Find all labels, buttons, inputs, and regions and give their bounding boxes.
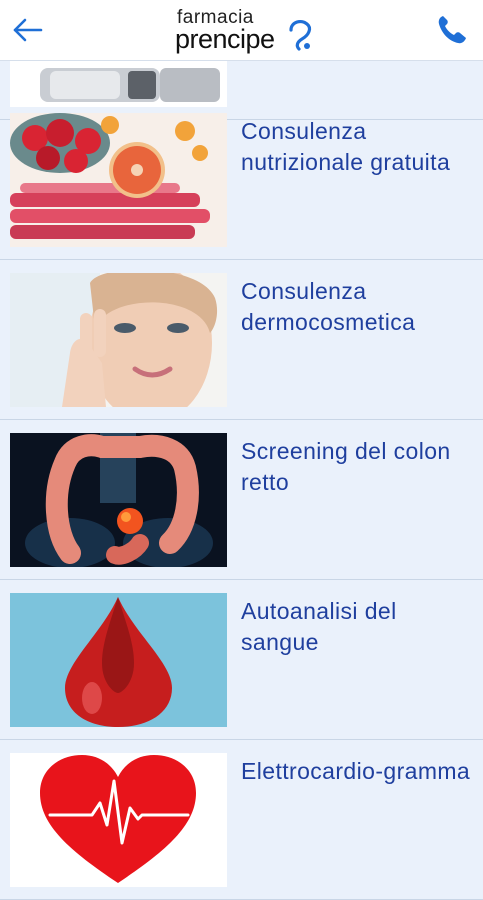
phone-icon — [438, 16, 466, 44]
heart-ecg-image — [10, 753, 227, 887]
back-button[interactable] — [8, 12, 46, 48]
list-item[interactable]: Autoanalisi del sangue — [0, 580, 483, 740]
list-item[interactable]: Screening del colon retto — [0, 420, 483, 580]
logo-mark-icon — [289, 19, 312, 51]
blood-drop-image — [10, 593, 227, 727]
logo-bottom-text: prencipe — [175, 24, 275, 54]
colon-xray-image — [10, 433, 227, 567]
list-item[interactable]: Elettrocardio-gramma — [0, 740, 483, 900]
service-title: Autoanalisi del sangue — [241, 598, 397, 655]
service-title: Elettrocardio-gramma — [241, 758, 471, 784]
face-skin-image — [10, 273, 227, 407]
service-title: Screening del colon retto — [241, 438, 451, 495]
app-header: farmacia prencipe — [0, 0, 483, 61]
service-title: Consulenza dermocosmetica — [241, 278, 416, 335]
service-title: Consulenza nutrizionale gratuita — [241, 118, 451, 175]
fruit-image — [10, 113, 227, 247]
arrow-left-icon — [13, 18, 43, 42]
call-button[interactable] — [433, 10, 471, 48]
services-list: Consulenza nutrizionale gratuita Consule… — [0, 0, 483, 900]
list-item[interactable]: Consulenza dermocosmetica — [0, 260, 483, 420]
pharmacy-logo: farmacia prencipe — [175, 6, 325, 54]
list-item[interactable]: Consulenza nutrizionale gratuita — [0, 100, 483, 260]
